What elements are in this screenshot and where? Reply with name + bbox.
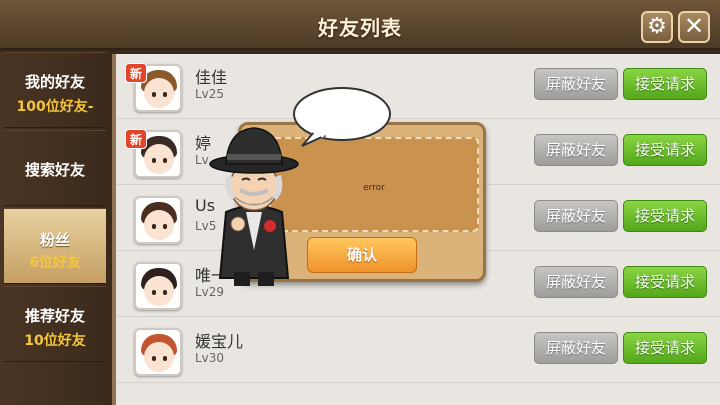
friend-name: 媛宝儿	[195, 332, 244, 351]
avatar-eye	[163, 92, 167, 97]
friend-level: Lv25	[195, 87, 225, 101]
avatar-eye	[152, 356, 156, 361]
avatar-eye	[163, 356, 167, 361]
close-icon: ✕	[683, 12, 705, 40]
header-bar: 好友列表 ⚙ ✕	[0, 0, 720, 50]
avatar-eye	[163, 158, 167, 163]
avatar-face	[144, 210, 174, 240]
new-badge: 新	[125, 63, 147, 83]
sidebar-item-label: 粉丝	[39, 231, 70, 249]
avatar[interactable]	[134, 196, 182, 244]
accept-request-button[interactable]: 接受请求	[623, 68, 707, 100]
avatar-eye	[152, 290, 156, 295]
avatar-face	[144, 78, 174, 108]
sidebar-item-fans[interactable]: 粉丝 6位好友	[4, 208, 106, 284]
avatar-eye	[152, 224, 156, 229]
block-friend-button[interactable]: 屏蔽好友	[534, 134, 618, 166]
sidebar-item-label: 我的好友	[24, 73, 85, 91]
avatar[interactable]	[134, 262, 182, 310]
sidebar-item-count: 100位好友-	[16, 99, 94, 115]
block-friend-button[interactable]: 屏蔽好友	[534, 266, 618, 298]
avatar-face	[144, 342, 174, 372]
accept-request-button[interactable]: 接受请求	[623, 266, 707, 298]
settings-button[interactable]: ⚙	[641, 11, 673, 43]
sidebar-item-count: 6位好友	[29, 255, 81, 271]
sidebar-item-search-friends[interactable]: 搜索好友	[4, 130, 106, 206]
list-item: 新 佳佳 Lv25 屏蔽好友 接受请求	[116, 54, 720, 119]
sidebar-item-label: 搜索好友	[24, 161, 85, 179]
block-friend-button[interactable]: 屏蔽好友	[534, 200, 618, 232]
avatar-face	[144, 144, 174, 174]
sidebar-item-my-friends[interactable]: 我的好友 100位好友-	[4, 52, 106, 128]
avatar-face	[144, 276, 174, 306]
sidebar: 我的好友 100位好友- 搜索好友 粉丝 6位好友 推荐好友 10位好友	[0, 52, 108, 405]
new-badge: 新	[125, 129, 147, 149]
close-button[interactable]: ✕	[678, 11, 710, 43]
confirm-button[interactable]: 确认	[307, 237, 417, 273]
avatar-eye	[163, 224, 167, 229]
list-item	[116, 384, 720, 405]
avatar[interactable]	[134, 328, 182, 376]
avatar-eye	[152, 158, 156, 163]
accept-request-button[interactable]: 接受请求	[623, 332, 707, 364]
accept-request-button[interactable]: 接受请求	[623, 134, 707, 166]
avatar-eye	[163, 290, 167, 295]
sidebar-item-count: 10位好友	[24, 333, 86, 349]
avatar-eye	[152, 92, 156, 97]
list-item: 媛宝儿 Lv30 屏蔽好友 接受请求	[116, 318, 720, 383]
sidebar-item-label: 推荐好友	[24, 307, 85, 325]
accept-request-button[interactable]: 接受请求	[623, 200, 707, 232]
block-friend-button[interactable]: 屏蔽好友	[534, 68, 618, 100]
friend-name: 佳佳	[195, 68, 228, 87]
sidebar-item-recommended[interactable]: 推荐好友 10位好友	[4, 286, 106, 362]
block-friend-button[interactable]: 屏蔽好友	[534, 332, 618, 364]
page-title: 好友列表	[318, 16, 402, 40]
friend-level: Lv30	[195, 351, 225, 365]
npc-character	[209, 127, 299, 286]
gear-icon: ⚙	[647, 14, 667, 39]
